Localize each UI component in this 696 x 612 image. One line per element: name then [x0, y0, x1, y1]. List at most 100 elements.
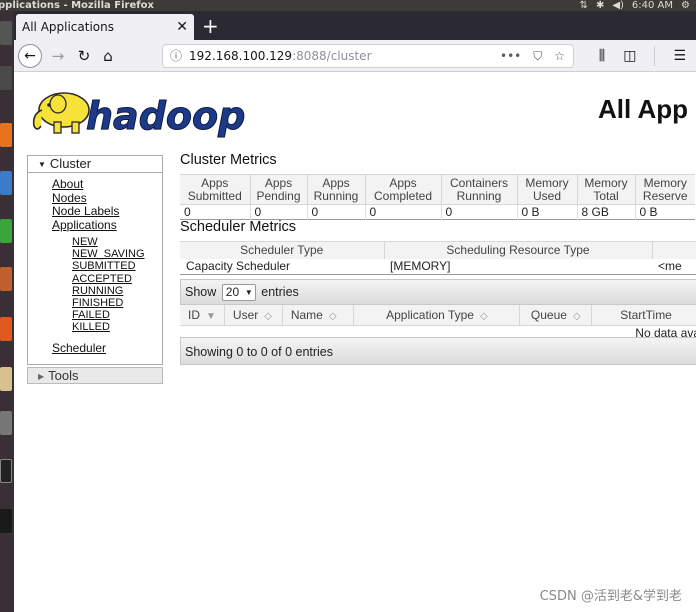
launcher-impress-icon[interactable]: [0, 267, 12, 291]
metric-header: Memory Reserve: [635, 174, 695, 205]
home-button[interactable]: ⌂: [96, 44, 120, 68]
app-state-links: NEW NEW_SAVING SUBMITTED ACCEPTED RUNNIN…: [72, 236, 145, 334]
scheduler-header: [652, 241, 696, 259]
sort-icon: ◇: [328, 310, 337, 322]
metric-header: Containers Running: [441, 174, 518, 205]
applications-table: ID ▼ User ◇ Name ◇ Application Type ◇ Queue ◇…: [180, 305, 696, 341]
tab-strip: All Applications ✕ +: [14, 11, 696, 40]
launcher-dash-icon[interactable]: [0, 21, 12, 45]
network-icon[interactable]: ⇅: [580, 0, 588, 11]
library-icon[interactable]: ⫼: [599, 44, 605, 68]
forward-button[interactable]: →: [46, 44, 70, 68]
nav-link-about[interactable]: About: [52, 177, 119, 192]
navigation-bar: ← → ↻ ⌂ ⓘ 192.168.100.129:8088/cluster •…: [14, 40, 696, 72]
close-icon[interactable]: ✕: [176, 14, 188, 40]
metric-header: Apps Submitted: [180, 174, 251, 205]
nav-link-finished[interactable]: FINISHED: [72, 297, 145, 309]
metric-value: 0: [441, 204, 518, 220]
table-info: Showing 0 to 0 of 0 entries: [185, 345, 334, 359]
bookmark-star-icon[interactable]: ☆: [554, 45, 565, 67]
page-size-select[interactable]: 20 ▼: [221, 284, 256, 302]
tools-label: Tools: [48, 368, 79, 383]
launcher-writer-icon[interactable]: [0, 171, 12, 195]
launcher-terminal-icon[interactable]: [0, 459, 12, 483]
metric-header: Apps Pending: [250, 174, 308, 205]
nav-link-new-saving[interactable]: NEW_SAVING: [72, 248, 145, 260]
page-content: hadoop All App ▼ Cluster About Nodes Node…: [14, 72, 696, 612]
table-info-bar: Showing 0 to 0 of 0 entries: [180, 337, 696, 365]
menu-icon[interactable]: ☰: [673, 44, 686, 68]
tools-nav-header[interactable]: ▶ Tools: [27, 367, 163, 384]
launcher-settings-icon[interactable]: [0, 411, 12, 435]
page-size-value: 20: [225, 285, 240, 300]
hadoop-logo[interactable]: hadoop: [28, 80, 268, 142]
col-id[interactable]: ID ▼: [180, 305, 225, 326]
launcher: [0, 11, 14, 612]
cluster-links: About Nodes Node Labels Applications: [52, 177, 119, 233]
sidebar-icon[interactable]: ◫: [623, 44, 636, 68]
metric-value: 0: [250, 204, 308, 220]
chevron-down-icon: ▼: [244, 288, 253, 298]
metric-value: 8 GB: [577, 204, 636, 220]
scheduler-value: [MEMORY]: [390, 259, 451, 274]
window-title: pplications - Mozilla Firefox: [0, 0, 154, 11]
toolbar-separator: [654, 46, 656, 66]
nav-link-new[interactable]: NEW: [72, 236, 145, 248]
metric-header: Memory Used: [517, 174, 578, 205]
metric-header: Memory Total: [577, 174, 636, 205]
scheduler-metrics-title: Scheduler Metrics: [180, 219, 297, 235]
scheduler-value: Capacity Scheduler: [186, 259, 291, 274]
nav-link-scheduler[interactable]: Scheduler: [52, 341, 106, 355]
triangle-right-icon: ▶: [38, 372, 45, 381]
nav-link-killed[interactable]: KILLED: [72, 321, 145, 333]
url-host: 192.168.100.129: [189, 49, 293, 63]
pocket-icon[interactable]: ⛉: [533, 45, 542, 67]
col-name[interactable]: Name ◇: [282, 305, 355, 326]
new-tab-button[interactable]: +: [202, 14, 219, 38]
sort-desc-icon: ▼: [206, 310, 216, 322]
metric-header: Apps Running: [307, 174, 366, 205]
col-user[interactable]: User ◇: [224, 305, 283, 326]
url-bar[interactable]: ⓘ 192.168.100.129:8088/cluster ••• ⛉ ☆: [162, 44, 574, 68]
cluster-nav-header[interactable]: ▼ Cluster: [28, 156, 162, 173]
nav-link-nodes[interactable]: Nodes: [52, 191, 119, 206]
cluster-nav-panel: ▼ Cluster About Nodes Node Labels Applica…: [27, 155, 163, 365]
scheduler-value: <me: [658, 259, 682, 274]
volume-icon[interactable]: ◀): [612, 0, 624, 11]
tab-all-applications[interactable]: All Applications ✕: [16, 14, 194, 40]
col-starttime[interactable]: StartTime: [591, 305, 696, 326]
info-icon[interactable]: ⓘ: [170, 45, 182, 67]
metric-value: 0 B: [517, 204, 578, 220]
launcher-calc-icon[interactable]: [0, 219, 12, 243]
launcher-files-icon[interactable]: [0, 66, 12, 90]
system-top-bar: pplications - Mozilla Firefox ⇅ ✱ ◀) 6:4…: [0, 0, 696, 11]
triangle-down-icon: ▼: [38, 160, 46, 169]
settings-icon[interactable]: ⚙: [681, 0, 690, 11]
nav-link-running[interactable]: RUNNING: [72, 285, 145, 297]
sort-icon: ◇: [572, 310, 581, 322]
watermark: CSDN @活到老&学到老: [539, 589, 682, 604]
sort-icon: ◇: [479, 310, 488, 322]
bluetooth-icon[interactable]: ✱: [596, 0, 604, 11]
launcher-amazon-icon[interactable]: [0, 367, 12, 391]
launcher-terminal2-icon[interactable]: [0, 509, 12, 533]
metric-header: Apps Completed: [365, 174, 442, 205]
launcher-software-icon[interactable]: [0, 317, 12, 341]
nav-link-submitted[interactable]: SUBMITTED: [72, 260, 145, 272]
table-length-bar: Show 20 ▼ entries: [180, 279, 696, 305]
nav-link-failed[interactable]: FAILED: [72, 309, 145, 321]
nav-link-applications[interactable]: Applications: [52, 218, 119, 233]
clock[interactable]: 6:40 AM: [632, 0, 673, 11]
reload-button[interactable]: ↻: [72, 44, 96, 68]
nav-link-node-labels[interactable]: Node Labels: [52, 204, 119, 219]
show-label: Show: [185, 285, 217, 299]
launcher-firefox-icon[interactable]: [0, 123, 12, 147]
col-queue[interactable]: Queue ◇: [519, 305, 593, 326]
back-button[interactable]: ←: [18, 44, 42, 68]
metric-value: 0: [365, 204, 442, 220]
tab-title: All Applications: [22, 20, 114, 34]
nav-link-accepted[interactable]: ACCEPTED: [72, 273, 145, 285]
metric-value: 0 B: [639, 205, 658, 219]
col-application-type[interactable]: Application Type ◇: [353, 305, 521, 326]
page-actions-icon[interactable]: •••: [500, 45, 521, 67]
